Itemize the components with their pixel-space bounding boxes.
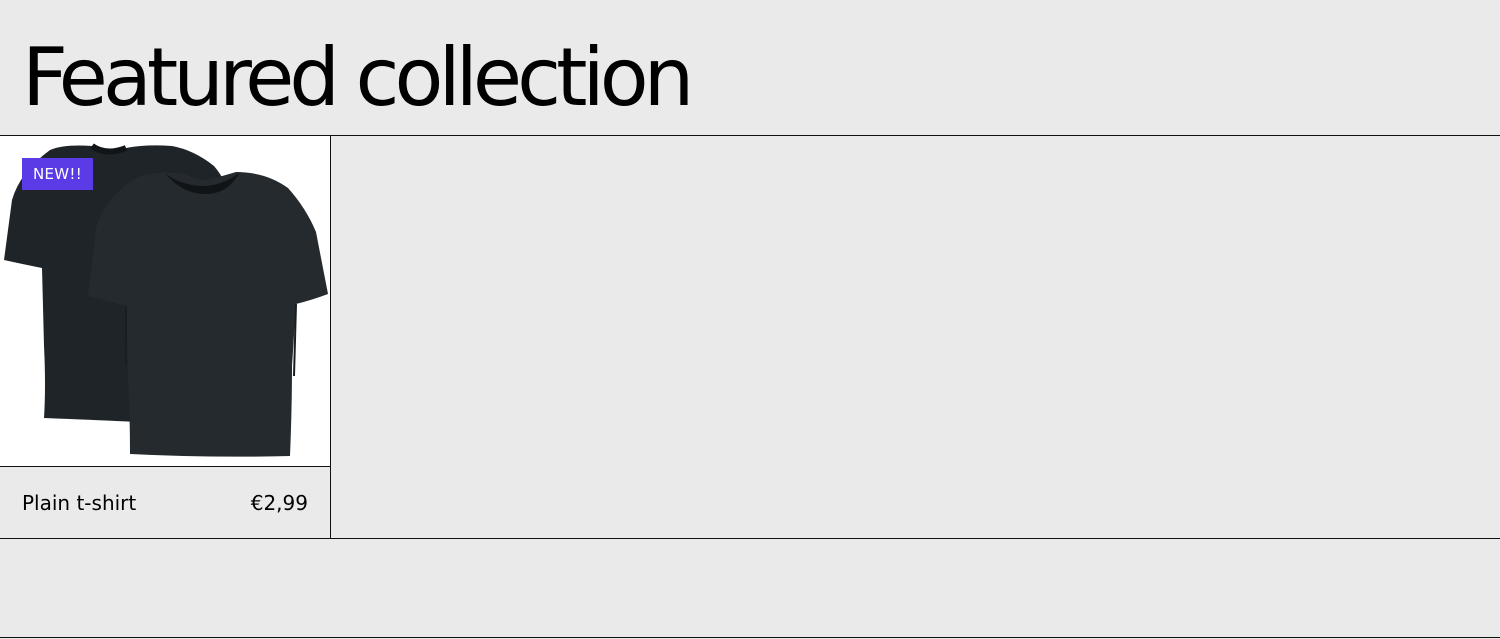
product-card[interactable]: NEW!! Plain t-shirt €2,99 [0,136,331,538]
middle-divider [0,538,1500,539]
product-image[interactable]: NEW!! [0,136,330,467]
bottom-divider [0,637,1500,638]
product-meta: Plain t-shirt €2,99 [0,467,330,538]
new-badge: NEW!! [22,158,94,190]
product-name[interactable]: Plain t-shirt [22,489,136,517]
product-price: €2,99 [250,491,308,515]
featured-collection-page: Featured collection NEW!! Plain t-shirt … [0,0,1500,639]
section-title: Featured collection [22,31,694,124]
